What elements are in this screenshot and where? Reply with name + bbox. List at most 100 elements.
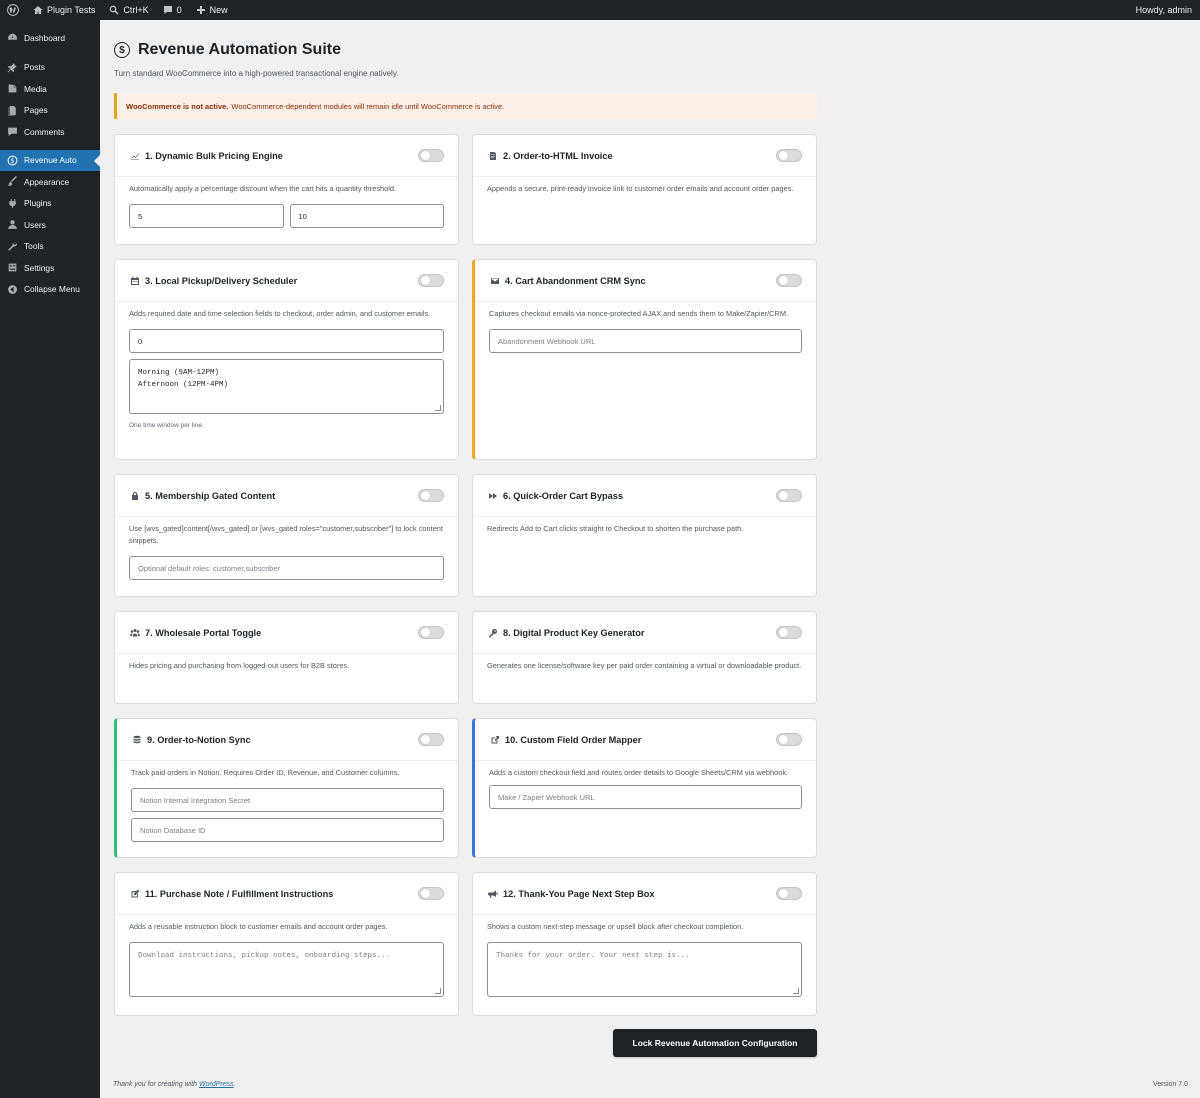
field-mapper-webhook-input[interactable]: Make / Zapier Webhook URL [489, 785, 802, 809]
comment-bubble-icon [163, 6, 172, 14]
plus-icon [196, 6, 205, 14]
module-card-purchase-note: 11. Purchase Note / Fulfillment Instruct… [114, 872, 459, 1016]
command-palette-button[interactable]: Ctrl+K [102, 0, 155, 20]
sidebar-item-appearance[interactable]: Appearance [0, 171, 100, 193]
site-name-link[interactable]: Plugin Tests [26, 0, 102, 20]
page-heading: Revenue Automation Suite [138, 41, 341, 58]
card-header: 7. Wholesale Portal Toggle [115, 612, 458, 654]
card-header: 11. Purchase Note / Fulfillment Instruct… [115, 873, 458, 915]
module-title: 5. Membership Gated Content [145, 490, 276, 501]
edit-icon [129, 888, 141, 900]
module-title: 3. Local Pickup/Delivery Scheduler [145, 275, 298, 286]
module-toggle[interactable] [418, 733, 444, 746]
module-title: 1. Dynamic Bulk Pricing Engine [145, 150, 283, 161]
sidebar-item-media[interactable]: Media [0, 78, 100, 100]
module-description: Shows a custom next-step message or upse… [487, 922, 744, 931]
calendar-icon [129, 275, 141, 287]
email-icon [489, 275, 501, 287]
discount-percent-input[interactable]: 10 [289, 204, 444, 228]
account-menu[interactable]: Howdy, admin [1129, 0, 1200, 20]
dollar-icon: $ [7, 155, 18, 166]
time-window-line: Afternoon (12PM-4PM) [138, 381, 229, 389]
card-header: 1. Dynamic Bulk Pricing Engine [115, 135, 458, 177]
module-card-notion-sync: 9. Order-to-Notion Sync Track paid order… [114, 718, 459, 858]
notion-secret-input[interactable]: Notion Internal Integration Secret [131, 788, 444, 812]
lock-configuration-button[interactable]: Lock Revenue Automation Configuration [613, 1029, 817, 1057]
module-card-thank-you-box: 12. Thank-You Page Next Step Box Shows a… [472, 872, 817, 1016]
module-toggle[interactable] [776, 274, 802, 287]
sidebar-item-label: Pages [24, 105, 48, 116]
wordpress-logo-button[interactable] [0, 0, 26, 20]
module-title: 10. Custom Field Order Mapper [505, 734, 642, 745]
new-label: New [209, 5, 228, 15]
sidebar-item-label: Tools [24, 241, 44, 252]
card-header: 12. Thank-You Page Next Step Box [473, 873, 816, 915]
main-content: $ Revenue Automation Suite Turn standard… [114, 20, 817, 119]
sidebar-item-revenue-auto[interactable]: $ Revenue Auto [0, 149, 100, 171]
module-description: Use [wvs_gated]content[/wvs_gated] or [w… [129, 524, 443, 545]
thank-you-message-textarea[interactable]: Thanks for your order. Your next step is… [487, 942, 802, 997]
sidebar-item-label: Settings [24, 262, 55, 273]
card-header: 4. Cart Abandonment CRM Sync [475, 260, 816, 302]
module-card-membership: 5. Membership Gated Content Use [wvs_gat… [114, 474, 459, 597]
sidebar-item-dashboard[interactable]: Dashboard [0, 27, 100, 49]
sidebar-item-pages[interactable]: Pages [0, 100, 100, 122]
module-toggle[interactable] [776, 733, 802, 746]
admin-bar: Plugin Tests Ctrl+K 0 New Howdy, admin [0, 0, 1200, 20]
sidebar-item-plugins[interactable]: Plugins [0, 193, 100, 215]
sidebar-item-label: Appearance [24, 176, 70, 187]
time-window-line: Morning (9AM-12PM) [138, 369, 220, 377]
abandonment-webhook-input[interactable]: Abandonment Webhook URL [489, 329, 802, 353]
time-windows-textarea[interactable]: Morning (9AM-12PM) Afternoon (12PM-4PM) [129, 359, 444, 414]
module-toggle[interactable] [418, 626, 444, 639]
sidebar-item-label: Collapse Menu [24, 284, 80, 295]
module-toggle[interactable] [418, 887, 444, 900]
sidebar-item-users[interactable]: Users [0, 214, 100, 236]
module-card-product-key: 8. Digital Product Key Generator Generat… [472, 611, 817, 704]
module-toggle[interactable] [776, 887, 802, 900]
lead-days-input[interactable]: 0 [129, 329, 444, 353]
pages-icon [8, 105, 16, 116]
module-card-cart-abandonment: 4. Cart Abandonment CRM Sync Captures ch… [472, 259, 817, 460]
settings-icon [8, 263, 17, 272]
sidebar-item-label: Media [24, 83, 47, 94]
footer-thanks: Thank you for creating with WordPress. [113, 1081, 236, 1088]
threshold-quantity-input[interactable]: 5 [129, 204, 284, 228]
module-toggle[interactable] [776, 149, 802, 162]
sidebar-item-posts[interactable]: Posts [0, 57, 100, 79]
field-help-text: One time window per line. [129, 422, 204, 429]
wrench-icon [8, 241, 17, 251]
module-title: 7. Wholesale Portal Toggle [145, 627, 262, 638]
site-name: Plugin Tests [47, 5, 96, 15]
module-title: 6. Quick-Order Cart Bypass [503, 490, 623, 501]
module-description: Appends a secure, print-ready invoice li… [487, 184, 794, 193]
warning-notice: WooCommerce is not active. WooCommerce-d… [114, 93, 817, 119]
module-description: Adds a reusable instruction block to cus… [129, 922, 388, 931]
module-toggle[interactable] [418, 149, 444, 162]
notice-text: WooCommerce-dependent modules will remai… [231, 101, 505, 111]
wordpress-link[interactable]: WordPress [199, 1081, 234, 1088]
sidebar-item-tools[interactable]: Tools [0, 236, 100, 258]
module-toggle[interactable] [776, 489, 802, 502]
sidebar-item-settings[interactable]: Settings [0, 257, 100, 279]
new-content-link[interactable]: New [189, 0, 235, 20]
invoice-icon [487, 150, 499, 162]
key-icon [487, 627, 499, 639]
sidebar-item-comments[interactable]: Comments [0, 121, 100, 143]
comments-link[interactable]: 0 [156, 0, 189, 20]
notion-database-input[interactable]: Notion Database ID [131, 818, 444, 842]
default-roles-input[interactable]: Optional default roles: customer,subscri… [129, 556, 444, 580]
module-card-scheduler: 3. Local Pickup/Delivery Scheduler Adds … [114, 259, 459, 460]
module-toggle[interactable] [776, 626, 802, 639]
lock-icon [129, 490, 141, 502]
module-toggle[interactable] [418, 274, 444, 287]
users-icon [8, 220, 17, 230]
search-shortcut: Ctrl+K [123, 5, 149, 15]
module-card-quick-order: 6. Quick-Order Cart Bypass Redirects Add… [472, 474, 817, 597]
purchase-note-textarea[interactable]: Download instructions, pickup notes, onb… [129, 942, 444, 997]
module-toggle[interactable] [418, 489, 444, 502]
sidebar-item-collapse-menu[interactable]: Collapse Menu [0, 279, 100, 301]
plugin-icon [9, 198, 16, 208]
megaphone-icon [487, 888, 499, 900]
admin-sidebar: Dashboard Posts Media Pages Comments $ R… [0, 20, 100, 1098]
